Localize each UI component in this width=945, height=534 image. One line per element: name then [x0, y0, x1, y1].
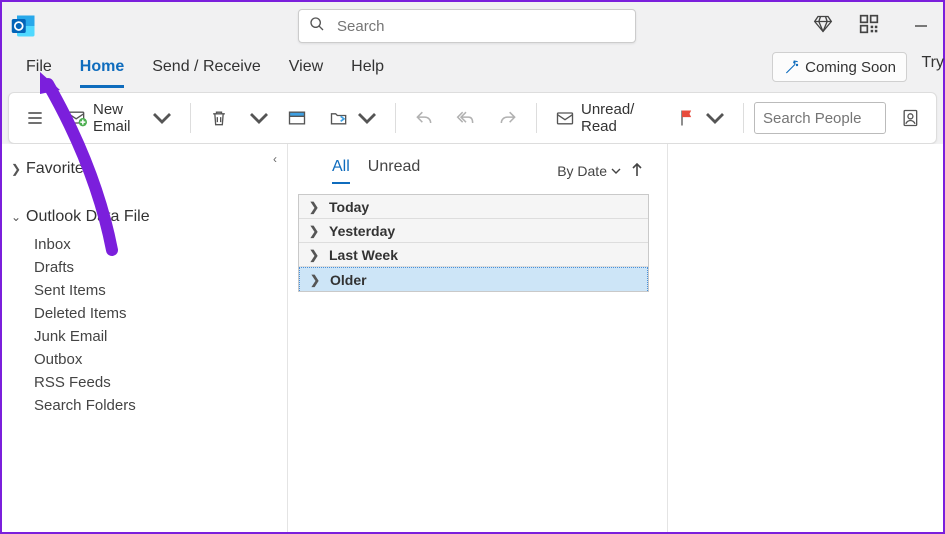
outlook-logo-icon — [10, 12, 38, 40]
reply-button[interactable] — [406, 100, 442, 136]
menu-help[interactable]: Help — [341, 54, 394, 86]
coming-soon-button[interactable]: Coming Soon — [772, 52, 907, 82]
menu-bar: File Home Send / Receive View Help Comin… — [2, 50, 943, 92]
ribbon: New Email Unread/ Read — [8, 92, 937, 144]
separator — [743, 103, 744, 133]
filter-tab-all[interactable]: All — [332, 158, 350, 184]
folder-inbox[interactable]: Inbox — [10, 232, 273, 255]
folder-outbox[interactable]: Outbox — [10, 347, 273, 370]
filter-tab-unread[interactable]: Unread — [368, 158, 420, 184]
menu-file[interactable]: File — [16, 54, 62, 86]
favorites-label: Favorites — [26, 160, 92, 178]
chevron-down-icon: ⌄ — [10, 210, 22, 224]
separator — [536, 103, 537, 133]
folder-junk-email[interactable]: Junk Email — [10, 324, 273, 347]
folder-deleted-items[interactable]: Deleted Items — [10, 301, 273, 324]
separator — [190, 103, 191, 133]
minimize-button[interactable] — [905, 2, 937, 50]
menu-send-receive[interactable]: Send / Receive — [142, 54, 271, 86]
new-email-button[interactable]: New Email — [59, 100, 180, 136]
group-older[interactable]: ❯Older — [299, 267, 648, 291]
unread-read-label: Unread/ Read — [581, 101, 655, 135]
search-icon — [299, 16, 335, 37]
group-list: ❯Today ❯Yesterday ❯Last Week ❯Older — [298, 194, 649, 292]
group-label: Last Week — [329, 247, 398, 263]
group-yesterday[interactable]: ❯Yesterday — [299, 219, 648, 243]
folder-rss-feeds[interactable]: RSS Feeds — [10, 370, 273, 393]
group-today[interactable]: ❯Today — [299, 195, 648, 219]
separator — [395, 103, 396, 133]
favorites-header[interactable]: ❯ Favorites — [10, 154, 273, 184]
ribbon-container: New Email Unread/ Read — [2, 92, 943, 144]
qr-code-icon[interactable] — [859, 14, 879, 39]
move-button[interactable] — [321, 100, 385, 136]
reading-pane — [668, 144, 943, 532]
new-email-label: New Email — [93, 101, 144, 135]
address-book-button[interactable] — [892, 100, 928, 136]
folder-pane: ‹ ❯ Favorites ⌄ Outlook Data File Inbox … — [2, 144, 288, 532]
nav-toggle-button[interactable] — [17, 100, 53, 136]
try-button[interactable]: Try — [921, 54, 944, 72]
search-people-input[interactable] — [754, 102, 886, 134]
premium-diamond-icon[interactable] — [813, 14, 833, 39]
unread-read-button[interactable]: Unread/ Read — [547, 100, 663, 136]
data-file-label: Outlook Data File — [26, 208, 150, 226]
folder-sent-items[interactable]: Sent Items — [10, 278, 273, 301]
group-last-week[interactable]: ❯Last Week — [299, 243, 648, 267]
filter-row: All Unread By Date — [298, 154, 649, 194]
delete-dropdown[interactable] — [243, 100, 273, 136]
sort-direction-button[interactable] — [631, 163, 643, 180]
delete-button[interactable] — [201, 100, 237, 136]
group-label: Older — [330, 272, 367, 288]
reply-all-button[interactable] — [448, 100, 484, 136]
flag-button[interactable] — [669, 100, 733, 136]
folder-drafts[interactable]: Drafts — [10, 255, 273, 278]
archive-button[interactable] — [279, 100, 315, 136]
sort-label: By Date — [557, 163, 607, 179]
coming-soon-label: Coming Soon — [805, 59, 896, 76]
menu-home[interactable]: Home — [70, 54, 134, 86]
group-label: Yesterday — [329, 223, 395, 239]
search-box[interactable] — [298, 9, 636, 43]
mail-list-pane: All Unread By Date ❯Today ❯Yesterday ❯La… — [288, 144, 668, 532]
group-label: Today — [329, 199, 369, 215]
menu-view[interactable]: View — [279, 54, 333, 86]
filter-tabs: All Unread — [332, 158, 420, 184]
search-input[interactable] — [335, 17, 635, 36]
forward-button[interactable] — [490, 100, 526, 136]
title-bar — [2, 2, 943, 50]
outlook-data-file-header[interactable]: ⌄ Outlook Data File — [10, 202, 273, 232]
main-area: ‹ ❯ Favorites ⌄ Outlook Data File Inbox … — [2, 144, 943, 532]
title-right-controls — [813, 2, 937, 50]
chevron-right-icon: ❯ — [10, 162, 22, 176]
sort-by-date-button[interactable]: By Date — [557, 163, 621, 179]
collapse-folder-pane-button[interactable]: ‹ — [273, 152, 277, 166]
folder-search-folders[interactable]: Search Folders — [10, 393, 273, 416]
